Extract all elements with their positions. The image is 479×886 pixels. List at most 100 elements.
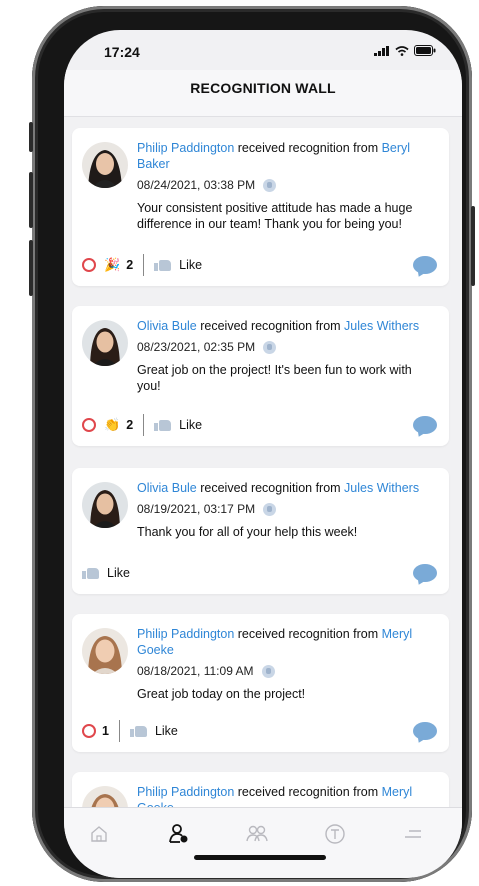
headline-text: received recognition from [234, 785, 382, 799]
recipient-link[interactable]: Olivia Bule [137, 319, 197, 333]
headline-text: received recognition from [196, 319, 345, 333]
menu-icon [405, 830, 421, 838]
recognition-message: Great job on the project! It's been fun … [137, 363, 412, 393]
avatar[interactable] [82, 786, 128, 808]
footer-divider [143, 254, 145, 276]
power-button [471, 206, 475, 286]
card-headline: Philip Paddington received recognition f… [137, 140, 437, 172]
recipient-link[interactable]: Philip Paddington [137, 141, 234, 155]
wifi-icon [395, 45, 409, 56]
card-footer: 🎉 2 Like [82, 254, 437, 276]
tab-recognition[interactable] [164, 820, 194, 848]
date-row: 08/19/2021, 03:17 PM [137, 502, 437, 516]
like-button[interactable]: Like [155, 724, 178, 738]
recipient-link[interactable]: Olivia Bule [137, 481, 197, 495]
card-headline: Philip Paddington received recognition f… [137, 784, 437, 808]
heart-reaction-icon[interactable] [82, 418, 96, 432]
like-button[interactable]: Like [107, 566, 130, 580]
trophy-icon [325, 824, 345, 844]
avatar[interactable] [82, 320, 128, 366]
recognition-card: Olivia Bule received recognition from Ju… [72, 468, 449, 594]
card-headline: Olivia Bule received recognition from Ju… [137, 318, 437, 334]
globe-icon [263, 178, 277, 192]
recognition-feed[interactable]: Philip Paddington received recognition f… [64, 116, 462, 808]
post-date: 08/23/2021, 02:35 PM [137, 340, 256, 354]
post-date: 08/19/2021, 03:17 PM [137, 502, 256, 516]
giver-link[interactable]: Jules Withers [344, 481, 419, 495]
date-row: 08/23/2021, 02:35 PM [137, 340, 437, 354]
headline-text: received recognition from [234, 141, 382, 155]
like-button[interactable]: Like [179, 258, 202, 272]
home-icon [91, 826, 107, 842]
post-date: 08/24/2021, 03:38 PM [137, 178, 256, 192]
reaction-count: 2 [126, 258, 134, 272]
recognition-message: Thank you for all of your help this week… [137, 525, 358, 539]
footer-divider [143, 414, 145, 436]
like-button[interactable]: Like [179, 418, 202, 432]
heart-reaction-icon[interactable] [82, 258, 96, 272]
card-footer: 1 Like [82, 720, 437, 742]
giver-link[interactable]: Jules Withers [344, 319, 419, 333]
clap-reaction-icon[interactable]: 👏 [104, 417, 120, 433]
reaction-count: 2 [126, 418, 134, 432]
heart-reaction-icon[interactable] [82, 724, 96, 738]
avatar[interactable] [82, 482, 128, 528]
card-content: Philip Paddington received recognition f… [137, 626, 437, 702]
recognition-card: Philip Paddington received recognition f… [72, 614, 449, 752]
screen: 17:24 RECOGNITION WALL Philip Paddington… [64, 30, 462, 878]
people-icon [246, 825, 268, 842]
recognition-message: Your consistent positive attitude has ma… [137, 201, 413, 231]
card-headline: Olivia Bule received recognition from Ju… [137, 480, 437, 496]
globe-icon [263, 340, 277, 354]
tab-trophy[interactable] [320, 820, 350, 848]
battery-icon [414, 45, 436, 56]
signal-icon [374, 45, 389, 56]
silent-switch [29, 122, 33, 152]
tab-bar [64, 807, 462, 878]
globe-icon [261, 664, 275, 678]
thumbs-up-icon[interactable] [154, 259, 172, 271]
volume-up-button [29, 172, 33, 228]
recipient-link[interactable]: Philip Paddington [137, 627, 234, 641]
tab-home[interactable] [84, 820, 114, 848]
comment-icon[interactable] [413, 722, 437, 740]
recognition-card: Philip Paddington received recognition f… [72, 772, 449, 808]
date-row: 08/24/2021, 03:38 PM [137, 178, 437, 192]
status-bar: 17:24 [64, 30, 462, 74]
recognition-card: Olivia Bule received recognition from Ju… [72, 306, 449, 446]
footer-divider [118, 720, 120, 742]
thumbs-up-icon[interactable] [129, 725, 147, 737]
home-indicator[interactable] [194, 855, 326, 860]
status-time: 17:24 [104, 44, 140, 60]
tab-menu[interactable] [398, 820, 428, 848]
card-content: Philip Paddington received recognition f… [137, 784, 437, 808]
globe-icon [263, 502, 277, 516]
headline-text: received recognition from [196, 481, 345, 495]
card-content: Philip Paddington received recognition f… [137, 140, 437, 232]
card-footer: Like [82, 562, 437, 584]
recipient-link[interactable]: Philip Paddington [137, 785, 234, 799]
headline-text: received recognition from [234, 627, 382, 641]
comment-icon[interactable] [413, 564, 437, 582]
volume-down-button [29, 240, 33, 296]
thumbs-up-icon[interactable] [154, 419, 172, 431]
thumbs-up-icon[interactable] [82, 567, 99, 579]
avatar[interactable] [82, 142, 128, 188]
card-content: Olivia Bule received recognition from Ju… [137, 480, 437, 540]
avatar[interactable] [82, 628, 128, 674]
card-headline: Philip Paddington received recognition f… [137, 626, 437, 658]
status-icons [374, 45, 436, 56]
page-title: RECOGNITION WALL [190, 80, 336, 96]
recognition-card: Philip Paddington received recognition f… [72, 128, 449, 286]
reaction-count: 1 [102, 724, 109, 738]
comment-icon[interactable] [413, 416, 437, 434]
recognition-icon [169, 824, 188, 843]
recognition-message: Great job today on the project! [137, 687, 306, 701]
date-row: 08/18/2021, 11:09 AM [137, 664, 437, 678]
tab-people[interactable] [242, 820, 272, 848]
celebrate-reaction-icon[interactable]: 🎉 [104, 257, 120, 273]
app-header: RECOGNITION WALL [64, 70, 462, 117]
comment-icon[interactable] [413, 256, 437, 274]
card-content: Olivia Bule received recognition from Ju… [137, 318, 437, 394]
card-footer: 👏 2 Like [82, 414, 437, 436]
